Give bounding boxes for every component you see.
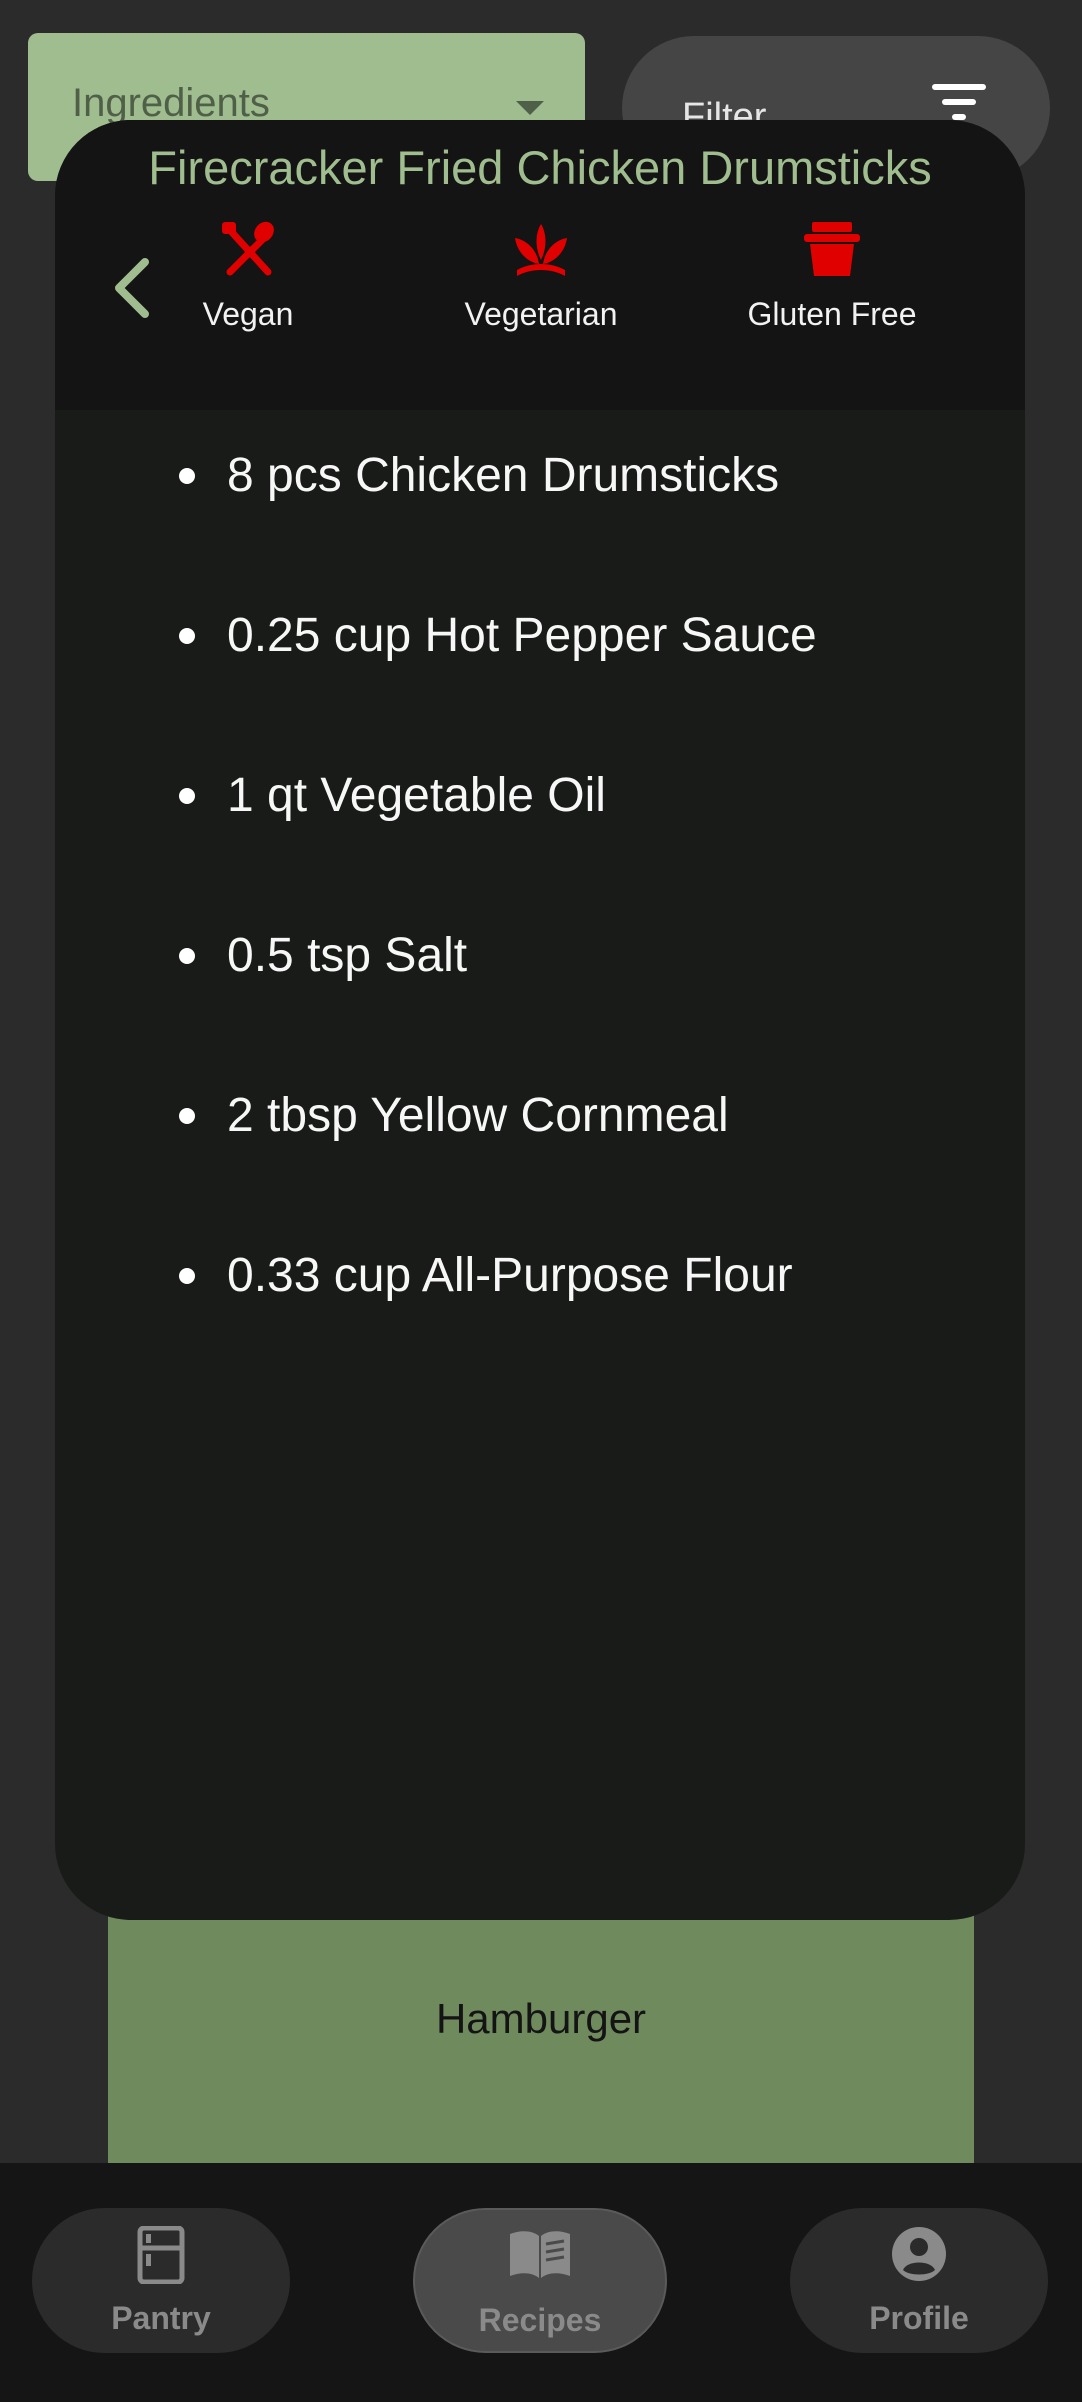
- diet-label: Gluten Free: [747, 296, 917, 332]
- ingredient-text: 0.25 cup Hot Pepper Sauce: [227, 609, 817, 662]
- nav-label: Pantry: [111, 2300, 211, 2336]
- list-item: 8 pcs Chicken Drumsticks: [55, 410, 1025, 570]
- list-item: 0.25 cup Hot Pepper Sauce: [55, 570, 1025, 730]
- diet-label: Vegetarian: [464, 296, 618, 332]
- plant-icon: [515, 224, 567, 276]
- ingredient-text: 8 pcs Chicken Drumsticks: [227, 449, 780, 502]
- ingredient-text: 2 tbsp Yellow Cornmeal: [227, 1089, 729, 1142]
- diet-gluten-free: Gluten Free: [722, 220, 942, 333]
- nav-label: Recipes: [478, 2302, 602, 2338]
- bullet: [179, 628, 195, 644]
- nav-recipes-button[interactable]: Recipes: [413, 2208, 667, 2353]
- bullet: [179, 468, 195, 484]
- bread-icon: [804, 222, 860, 276]
- nav-profile-button[interactable]: Profile: [790, 2208, 1048, 2353]
- nav-label: Profile: [869, 2300, 969, 2336]
- bottom-nav: Pantry Recipes Profile: [0, 2163, 1082, 2402]
- recipe-title: Firecracker Fried Chicken Drumsticks: [148, 141, 932, 194]
- utensils-icon: [222, 221, 274, 276]
- ingredient-list: 8 pcs Chicken Drumsticks 0.25 cup Hot Pe…: [55, 410, 1025, 1370]
- modal-header: Firecracker Fried Chicken Drumsticks Veg…: [55, 120, 1025, 410]
- diet-vegetarian: Vegetarian: [431, 220, 651, 333]
- diet-label: Vegan: [202, 296, 294, 332]
- bullet: [179, 1108, 195, 1124]
- list-item: 2 tbsp Yellow Cornmeal: [55, 1050, 1025, 1210]
- recipe-detail-modal: Firecracker Fried Chicken Drumsticks Veg…: [55, 120, 1025, 1920]
- caret-down-icon: [516, 101, 544, 115]
- bullet: [179, 788, 195, 804]
- ingredient-text: 0.33 cup All-Purpose Flour: [227, 1249, 793, 1302]
- recipe-card-title: Hamburger: [435, 1995, 647, 2042]
- bullet: [179, 1268, 195, 1284]
- book-icon: [510, 2231, 570, 2278]
- diet-vegan: Vegan: [138, 220, 358, 333]
- bullet: [179, 948, 195, 964]
- nav-pantry-button[interactable]: Pantry: [32, 2208, 290, 2353]
- account-circle-icon: [892, 2227, 946, 2281]
- list-item: 0.33 cup All-Purpose Flour: [55, 1210, 1025, 1370]
- fridge-icon: [137, 2226, 185, 2284]
- list-item: 0.5 tsp Salt: [55, 890, 1025, 1050]
- list-item: 1 qt Vegetable Oil: [55, 730, 1025, 890]
- ingredient-text: 1 qt Vegetable Oil: [227, 769, 606, 822]
- ingredient-text: 0.5 tsp Salt: [227, 929, 468, 982]
- filter-icon: [932, 84, 986, 120]
